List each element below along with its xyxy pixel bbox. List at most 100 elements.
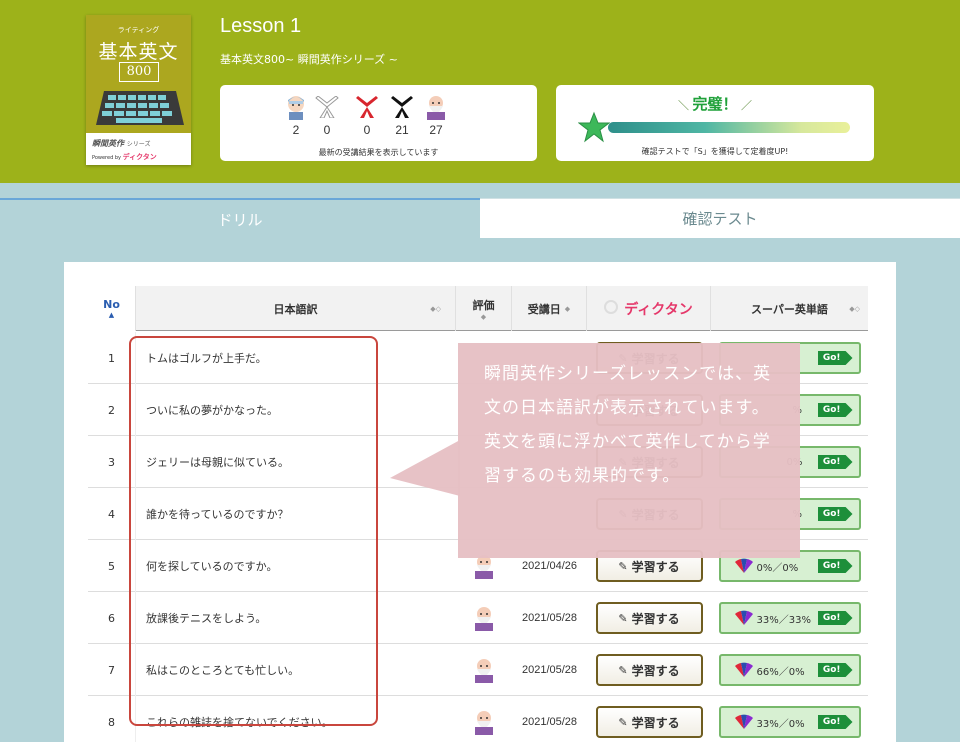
row-super-cell: 66%／0% Go! — [711, 644, 868, 696]
go-button[interactable]: Go! — [817, 403, 853, 417]
go-button[interactable]: Go! — [817, 455, 853, 469]
go-button[interactable]: Go! — [817, 507, 853, 521]
callout-pointer — [390, 440, 460, 496]
book-cover-powered: Powered by ディクタン — [92, 152, 157, 162]
study-button[interactable]: ✎学習する — [595, 602, 703, 634]
goal-title-deco-right: ／ — [737, 99, 752, 112]
super-progress: 33%／0% — [756, 718, 805, 730]
super-progress: 0%／0% — [756, 562, 799, 574]
red-belt-icon — [356, 96, 378, 118]
book-cover-top: ライティング 基本英文 800 — [86, 15, 191, 133]
super-progress: 66%／0% — [756, 666, 805, 678]
fan-chart-icon — [734, 662, 753, 677]
super-word-button[interactable]: 66%／0% Go! — [718, 654, 861, 686]
callout-text: 瞬間英作シリーズレッスンでは、英文の日本語訳が表示されています。英文を頭に浮かべ… — [484, 364, 772, 486]
row-super-cell: 33%／0% Go! — [711, 696, 868, 742]
super-word-button[interactable]: 33%／0% Go! — [718, 706, 861, 738]
brand-logo: ディクタン — [122, 153, 157, 161]
dictan-circle-icon — [604, 299, 619, 314]
dictan-logo: ディクタン — [604, 299, 693, 319]
lesson-subtitle: 基本英文800~ 瞬間英作シリーズ ~ — [220, 53, 398, 66]
stat-white-belt: 0 — [312, 93, 342, 137]
goal-caption: 確認テストで「S」を獲得して定着度UP! — [641, 147, 789, 156]
tab-test[interactable]: 確認テスト — [480, 198, 960, 238]
row-study-cell: ✎学習する — [587, 696, 711, 742]
student-face-icon — [288, 96, 304, 120]
pencil-icon: ✎ — [618, 663, 628, 677]
go-button[interactable]: Go! — [817, 351, 853, 365]
book-series-name: 瞬間英作 — [92, 139, 124, 148]
lesson-header: ライティング 基本英文 800 瞬間英作 シリーズ Powered by ディク… — [0, 0, 960, 183]
book-cover-title: 基本英文 — [98, 41, 179, 63]
book-cover-series: 瞬間英作 シリーズ — [92, 138, 151, 149]
book-cover-number: 800 — [119, 62, 159, 82]
go-button[interactable]: Go! — [817, 611, 853, 625]
stat-master: 27 — [421, 93, 451, 137]
jp-column-highlight — [129, 336, 378, 726]
go-button[interactable]: Go! — [817, 559, 853, 573]
white-belt-icon — [315, 96, 339, 118]
row-study-cell: ✎学習する — [587, 592, 711, 644]
dictan-logo-text: ディクタン — [624, 301, 693, 318]
col-header-date-label: 受講日 — [527, 302, 561, 316]
col-header-jp[interactable]: 日本語訳 ◆◇ — [136, 286, 456, 331]
col-header-study: ディクタン — [587, 286, 711, 331]
study-button[interactable]: ✎学習する — [595, 706, 703, 738]
tab-drill[interactable]: ドリル — [0, 198, 480, 238]
study-button[interactable]: ✎学習する — [595, 654, 703, 686]
row-date: 2021/05/28 — [521, 664, 578, 676]
master-face-icon — [427, 96, 445, 120]
col-header-eval[interactable]: 評価 ◆ — [456, 286, 512, 331]
sort-icon: ◆◇ — [430, 304, 441, 313]
keyboard-icon — [96, 91, 184, 125]
stat-master-value: 27 — [429, 123, 443, 137]
sort-icon: ◆ — [564, 304, 571, 313]
row-date: 2021/05/28 — [521, 716, 578, 728]
goal-title-deco-left: ＼ — [677, 99, 693, 112]
super-word-button[interactable]: 33%／33% Go! — [718, 602, 861, 634]
explanation-callout: 瞬間英作シリーズレッスンでは、英文の日本語訳が表示されています。英文を頭に浮かべ… — [458, 343, 800, 558]
fan-chart-icon — [734, 610, 753, 625]
sort-asc-icon: ▲ — [108, 311, 115, 319]
stat-student: 2 — [281, 93, 311, 137]
super-progress: 33%／33% — [756, 614, 811, 626]
goal-progress-bar — [608, 122, 850, 133]
pencil-icon: ✎ — [618, 715, 628, 729]
star-icon — [578, 111, 610, 143]
book-series-small: シリーズ — [126, 141, 151, 148]
goal-panel: ＼ 完璧！ ／ 確認テストで「S」を獲得して定着度UP! — [556, 85, 874, 161]
row-eval — [456, 644, 512, 696]
study-button-label: 学習する — [631, 611, 680, 626]
result-stats-panel: 2 0 0 21 27 最新の受講結果を表示しています — [220, 85, 537, 161]
powered-by-text: Powered by — [92, 155, 121, 161]
pencil-icon: ✎ — [618, 559, 628, 573]
fan-chart-icon — [734, 558, 753, 573]
go-button[interactable]: Go! — [817, 715, 853, 729]
col-header-eval-label: 評価 — [472, 298, 495, 312]
stat-red-belt-value: 0 — [363, 123, 371, 137]
col-header-super-label: スーパー英単語 — [751, 302, 828, 316]
book-cover-small-text: ライティング — [117, 26, 160, 34]
row-date: 2021/05/28 — [521, 612, 578, 624]
col-header-no[interactable]: No ▲ — [88, 286, 136, 331]
sort-icon: ◆◇ — [849, 304, 860, 313]
col-header-date[interactable]: 受講日 ◆ — [512, 286, 587, 331]
sort-icon: ◆ — [480, 312, 487, 321]
black-belt-icon — [391, 96, 413, 118]
goal-title-text: 完璧！ — [692, 95, 738, 113]
master-face-icon — [475, 607, 493, 631]
stats-caption: 最新の受講結果を表示しています — [318, 148, 439, 157]
master-face-icon — [475, 659, 493, 683]
tab-bar: ドリル 確認テスト — [0, 198, 960, 238]
col-header-jp-label: 日本語訳 — [273, 302, 318, 316]
master-face-icon — [475, 711, 493, 735]
stat-white-belt-value: 0 — [323, 123, 331, 137]
row-super-cell: 33%／33% Go! — [711, 592, 868, 644]
book-cover: ライティング 基本英文 800 瞬間英作 シリーズ Powered by ディク… — [86, 15, 191, 165]
stat-black-belt-value: 21 — [395, 123, 409, 137]
stat-student-value: 2 — [292, 123, 300, 137]
col-header-super[interactable]: スーパー英単語 ◆◇ — [711, 286, 868, 331]
go-button[interactable]: Go! — [817, 663, 853, 677]
lesson-title: Lesson 1 — [220, 15, 302, 37]
col-header-no-label: No — [103, 298, 120, 311]
